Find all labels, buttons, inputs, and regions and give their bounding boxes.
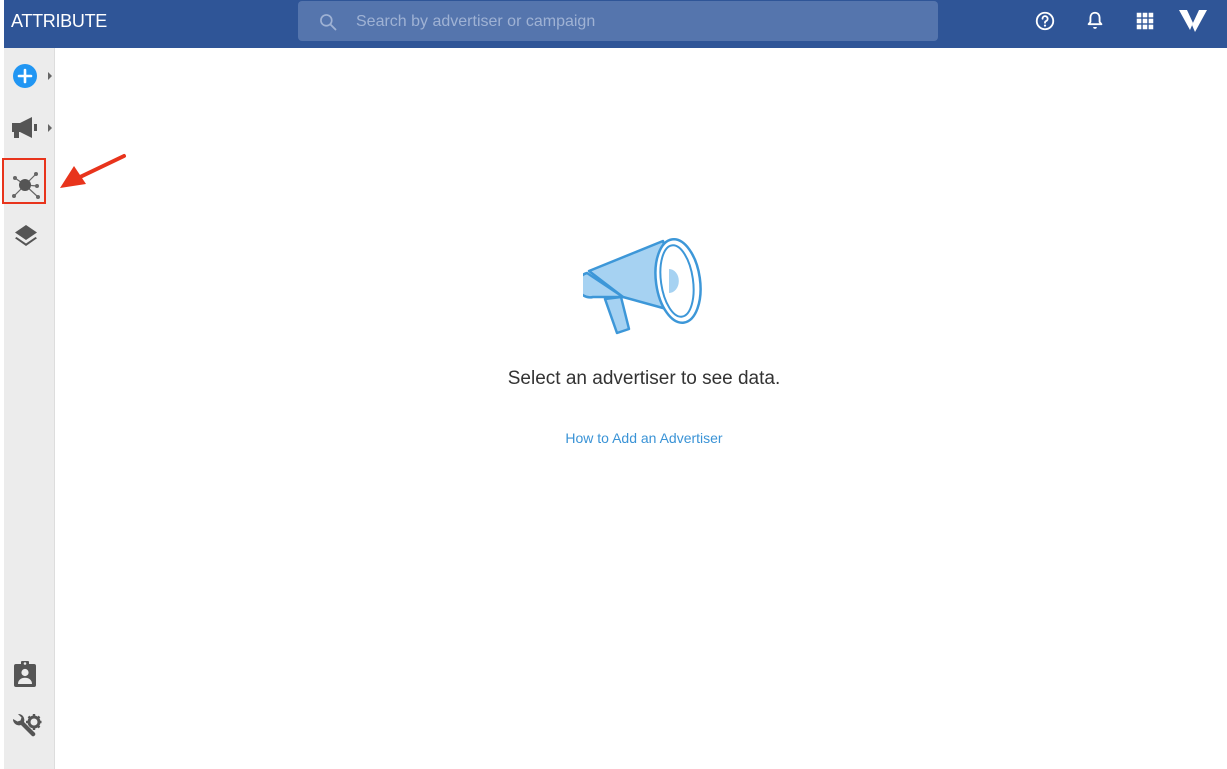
sidebar-item-settings[interactable] [4, 704, 54, 748]
contact-badge-icon [14, 661, 36, 687]
search-input[interactable] [354, 1, 918, 43]
apps-grid-icon[interactable] [1134, 10, 1156, 32]
annotation-highlight-box [2, 158, 46, 204]
caret-right-icon [48, 124, 52, 132]
layers-icon [15, 225, 37, 246]
caret-right-icon [48, 72, 52, 80]
plus-circle-icon [13, 64, 37, 88]
megaphone-illustration-icon [583, 238, 702, 335]
megaphone-icon [12, 117, 37, 138]
help-icon[interactable] [1034, 10, 1056, 32]
sidebar [4, 48, 55, 769]
sidebar-item-layers[interactable] [4, 214, 54, 258]
add-advertiser-help-link-row: How to Add an Advertiser [55, 430, 1227, 446]
add-advertiser-help-link[interactable]: How to Add an Advertiser [565, 430, 722, 446]
sidebar-item-create[interactable] [4, 52, 54, 96]
brand-logo-icon[interactable] [1178, 8, 1208, 34]
top-bar: ATTRIBUTE [4, 0, 1227, 48]
settings-tools-icon [12, 713, 42, 737]
sidebar-item-contacts[interactable] [4, 652, 54, 696]
sidebar-item-campaigns[interactable] [4, 106, 54, 150]
search-box[interactable] [298, 1, 938, 43]
main-content: Select an advertiser to see data. How to… [55, 48, 1227, 769]
app-brand[interactable]: ATTRIBUTE [11, 0, 107, 48]
bell-icon[interactable] [1084, 10, 1106, 32]
empty-state-message: Select an advertiser to see data. [507, 368, 781, 389]
search-icon [320, 14, 337, 31]
